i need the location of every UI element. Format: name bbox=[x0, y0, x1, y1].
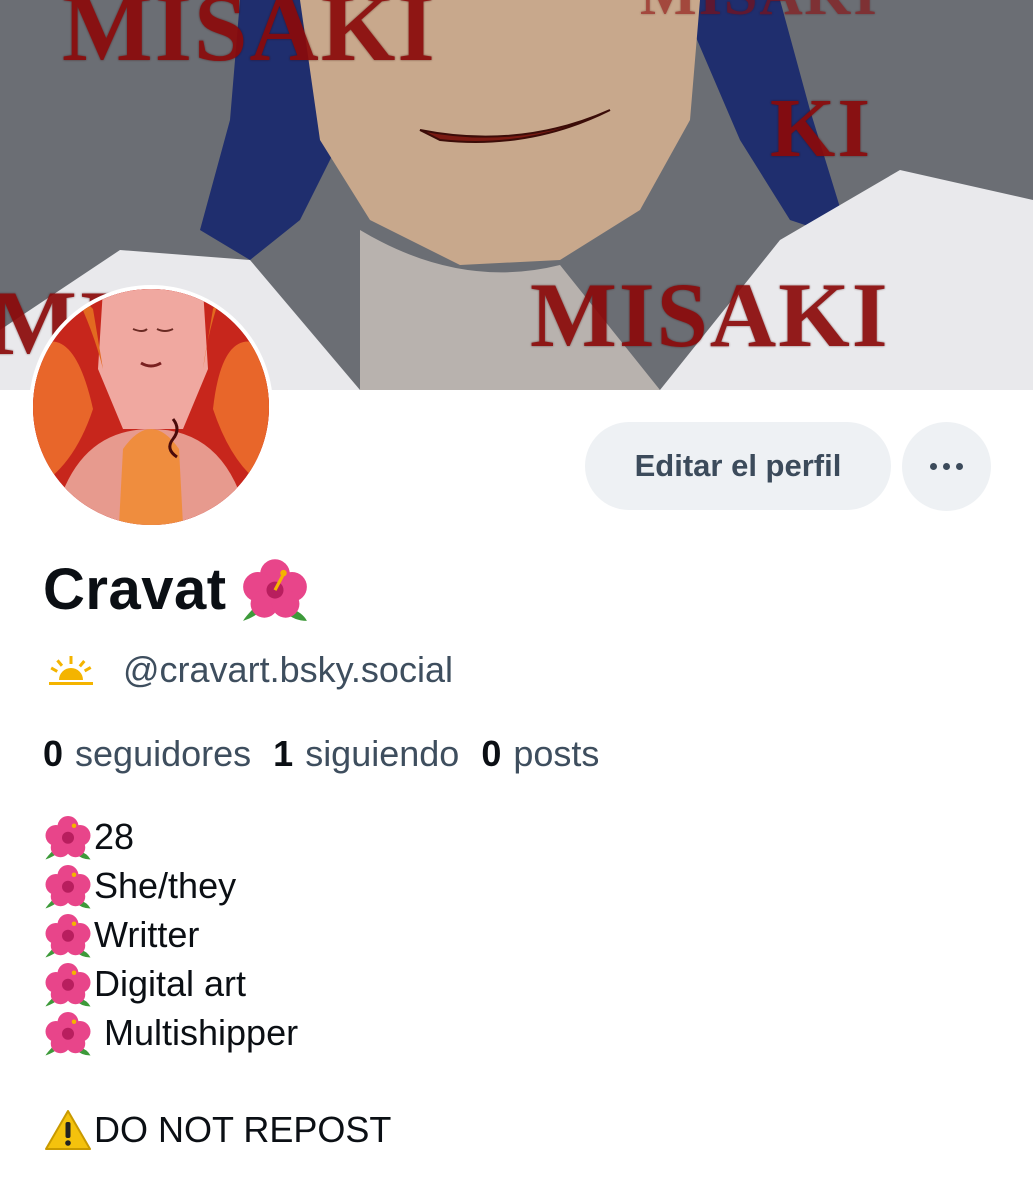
more-icon bbox=[943, 463, 950, 470]
bio-text: She/they bbox=[94, 864, 237, 906]
banner-text: KI bbox=[770, 82, 873, 175]
hibiscus-icon bbox=[45, 913, 91, 957]
display-name: Cravat bbox=[43, 556, 227, 622]
more-icon bbox=[956, 463, 963, 470]
posts-stat: 0 posts bbox=[481, 733, 599, 775]
avatar[interactable] bbox=[29, 285, 273, 529]
warning-icon bbox=[45, 1109, 91, 1150]
bio-warning-text: DO NOT REPOST bbox=[94, 1108, 392, 1150]
bio-text: 28 bbox=[94, 815, 135, 857]
bio-warning-line: DO NOT REPOST bbox=[44, 1105, 391, 1154]
profile-bio: 28 She/they Writter Digital art Multishi… bbox=[44, 812, 391, 1154]
bio-text: Multishipper bbox=[104, 1011, 299, 1053]
posts-count: 0 bbox=[481, 733, 502, 774]
bio-line: Writter bbox=[44, 910, 391, 959]
avatar-illustration bbox=[33, 289, 269, 525]
display-name-row: Cravat bbox=[43, 553, 309, 625]
more-icon bbox=[930, 463, 937, 470]
hibiscus-icon bbox=[45, 864, 91, 908]
banner-text: MISAKI bbox=[530, 264, 890, 366]
bio-line: She/they bbox=[44, 861, 391, 910]
banner-text: MISAKI bbox=[62, 0, 437, 81]
hibiscus-icon bbox=[45, 962, 91, 1006]
following-count: 1 bbox=[273, 733, 294, 774]
bio-text: Writter bbox=[94, 913, 200, 955]
edit-profile-button[interactable]: Editar el perfil bbox=[585, 422, 891, 510]
bio-line: Multishipper bbox=[44, 1008, 391, 1057]
hibiscus-icon bbox=[242, 559, 307, 621]
hibiscus-icon bbox=[45, 815, 91, 859]
bio-text: Digital art bbox=[94, 962, 247, 1004]
profile-page: MISAKI MISAKI KI MISAKI MI Editar el per… bbox=[0, 0, 1033, 1200]
followers-stat[interactable]: 0 seguidores bbox=[43, 733, 251, 775]
bio-line: Digital art bbox=[44, 959, 391, 1008]
followers-count: 0 bbox=[43, 733, 64, 774]
more-options-button[interactable] bbox=[902, 422, 991, 511]
sunrise-icon bbox=[49, 656, 93, 685]
handle-row: @cravart.bsky.social bbox=[45, 646, 453, 694]
following-stat[interactable]: 1 siguiendo bbox=[273, 733, 459, 775]
following-label: siguiendo bbox=[305, 733, 460, 774]
profile-stats: 0 seguidores 1 siguiendo 0 posts bbox=[43, 730, 621, 778]
bio-line: 28 bbox=[44, 812, 391, 861]
bio-spacer bbox=[44, 1057, 391, 1105]
posts-label: posts bbox=[513, 733, 600, 774]
hibiscus-icon bbox=[45, 1011, 91, 1055]
handle-text[interactable]: @cravart.bsky.social bbox=[123, 649, 453, 691]
followers-label: seguidores bbox=[75, 733, 252, 774]
banner-text: MISAKI bbox=[640, 0, 879, 29]
